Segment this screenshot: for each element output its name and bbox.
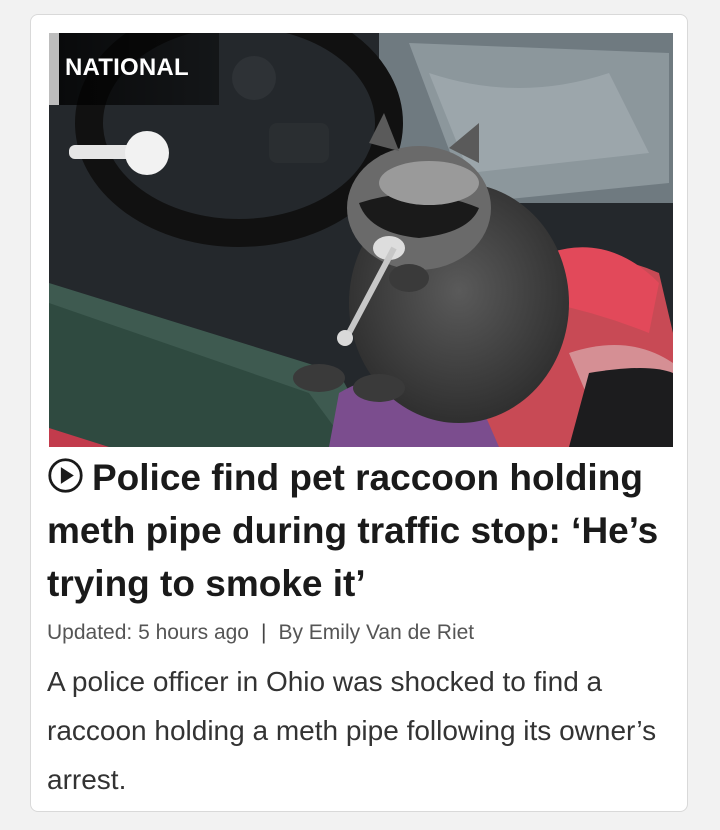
article-meta: Updated: 5 hours ago | By Emily Van de Rie… bbox=[47, 621, 474, 645]
byline[interactable]: By Emily Van de Riet bbox=[278, 621, 474, 644]
category-label: NATIONAL bbox=[65, 54, 189, 81]
meta-separator: | bbox=[260, 621, 267, 644]
article-thumbnail[interactable]: NATIONAL bbox=[49, 33, 673, 447]
headline-text: Police find pet raccoon holding meth pip… bbox=[47, 457, 659, 604]
category-badge[interactable]: NATIONAL bbox=[49, 33, 219, 105]
article-card[interactable]: NATIONAL Police find pet raccoon holding… bbox=[30, 14, 688, 812]
article-headline[interactable]: Police find pet raccoon holding meth pip… bbox=[47, 451, 677, 610]
play-circle-icon bbox=[48, 458, 83, 493]
updated-timestamp: Updated: 5 hours ago bbox=[47, 621, 249, 644]
article-summary: A police officer in Ohio was shocked to … bbox=[47, 666, 657, 795]
